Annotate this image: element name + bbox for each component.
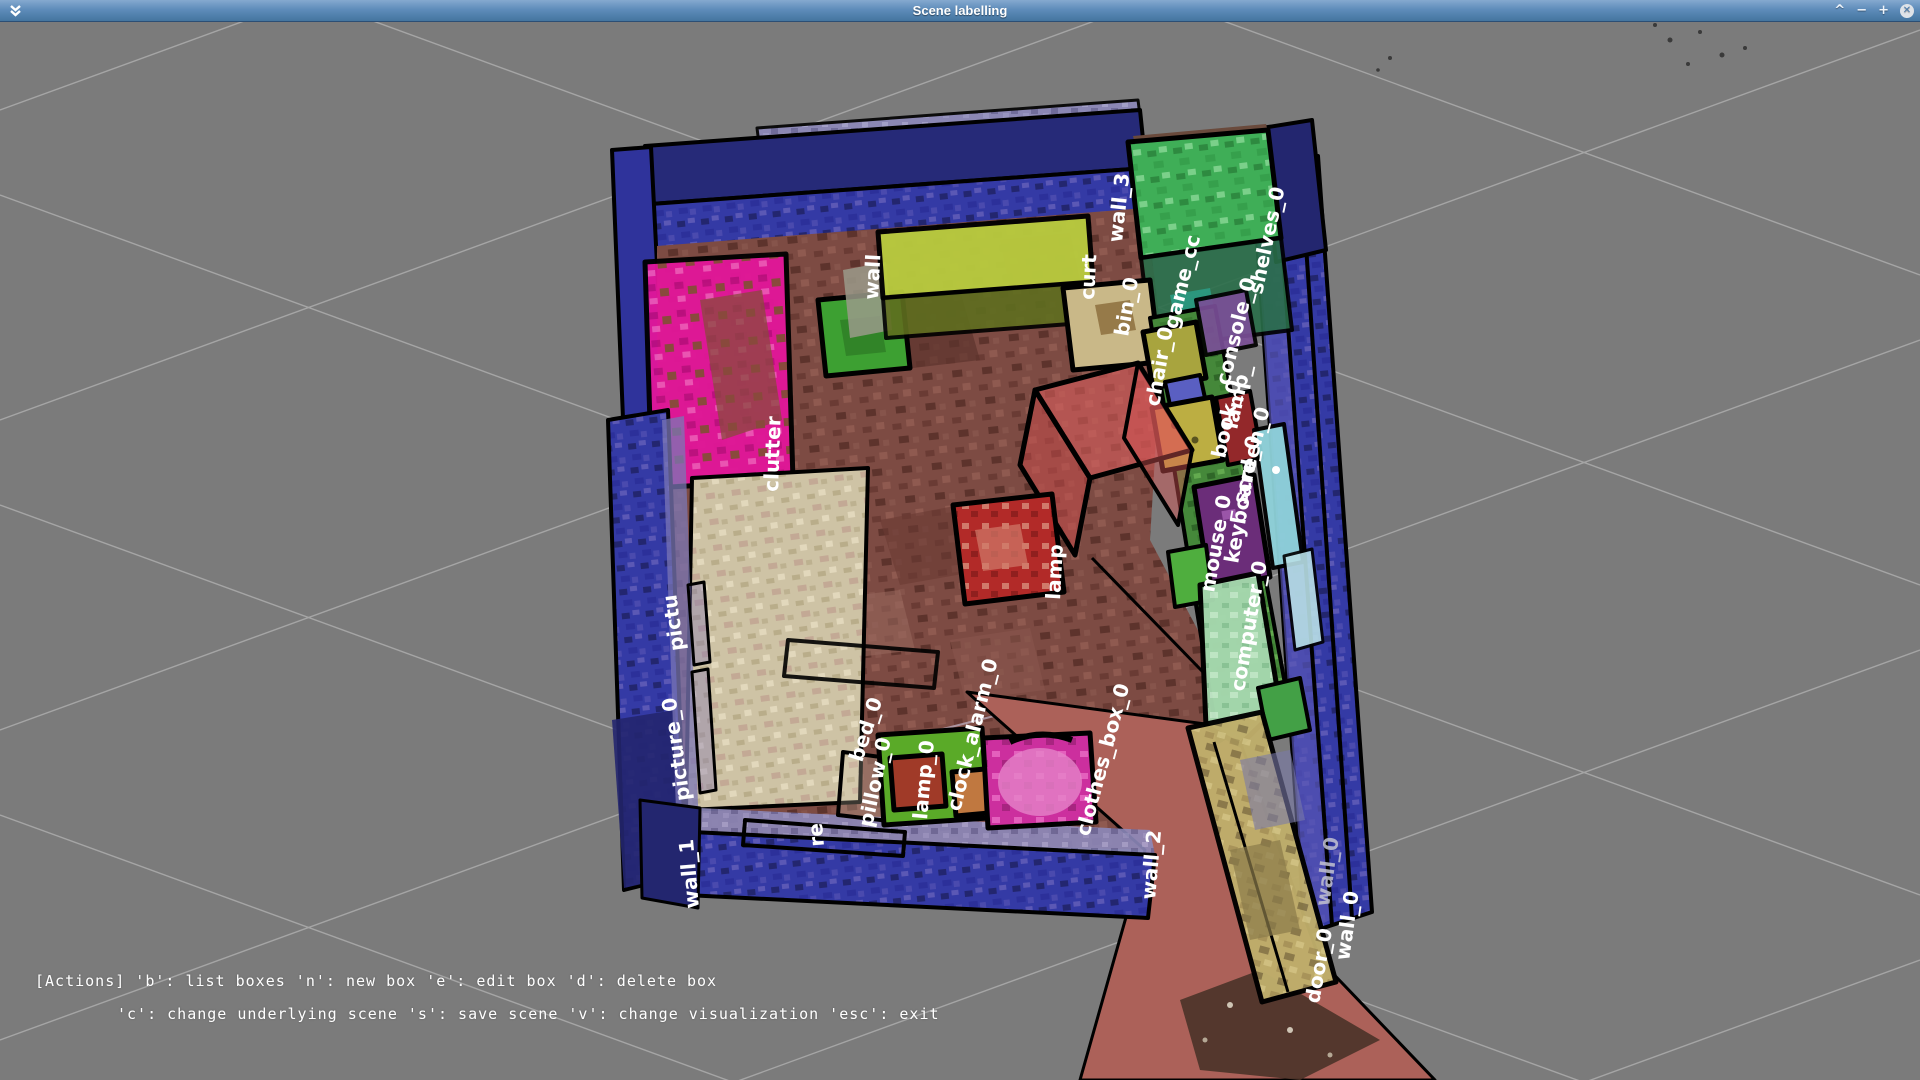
clothes-blob <box>998 748 1082 816</box>
screen-glint <box>1272 466 1280 474</box>
help-line-actions: [Actions] 'b': list boxes 'n': new box '… <box>35 972 717 990</box>
window-controls: ^ − + ✕ <box>1834 0 1914 21</box>
application-window: Scene labelling ^ − + ✕ <box>0 0 1920 1080</box>
label-curtain: curt <box>1075 253 1101 300</box>
help-line-keys: 'c': change underlying scene 's': save s… <box>117 1005 940 1023</box>
label-furniture: re <box>803 822 829 847</box>
minimize-button[interactable]: − <box>1856 4 1867 17</box>
label-lamp-floor: lamp <box>1041 544 1068 601</box>
window-title: Scene labelling <box>913 3 1008 18</box>
book-spot2 <box>1192 437 1199 444</box>
double-chevron-down-icon <box>9 4 22 17</box>
label-clutter: clutter <box>759 416 786 492</box>
window-menu-button[interactable] <box>7 3 23 19</box>
window-titlebar[interactable]: Scene labelling ^ − + ✕ <box>0 0 1920 22</box>
maximize-button[interactable]: + <box>1878 4 1889 17</box>
lamp-highlight <box>975 524 1028 571</box>
shade-button[interactable]: ^ <box>1834 4 1845 17</box>
close-button[interactable]: ✕ <box>1900 4 1914 18</box>
scene-viewport[interactable]: wall wall_3 shelves_0 curt clutter pictu… <box>0 0 1920 1080</box>
label-wall: wall <box>859 253 885 300</box>
